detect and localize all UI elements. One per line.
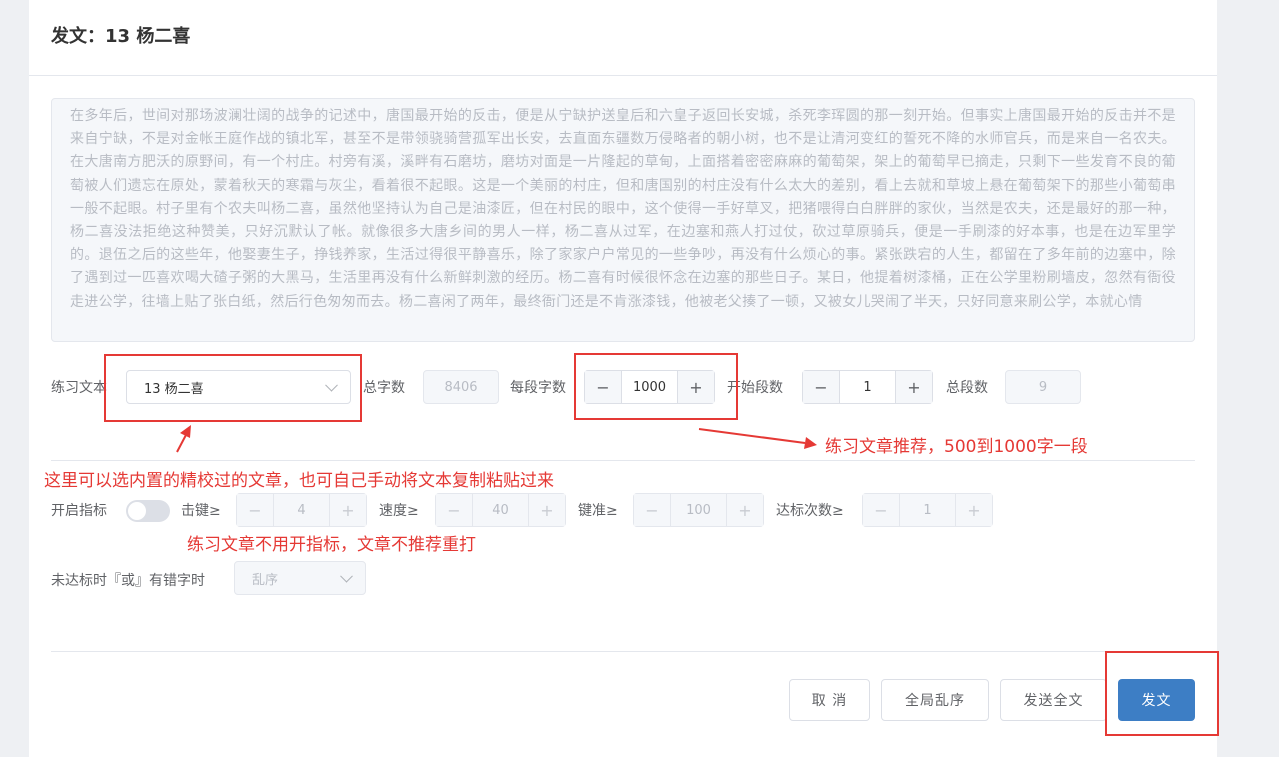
arrow-line-1 [176, 432, 188, 453]
arrow-head-2 [804, 437, 817, 449]
annotation-arrows [176, 425, 817, 453]
annotation-note-segment: 练习文章推荐，500到1000字一段 [825, 437, 1088, 457]
annotation-note-select-text: 这里可以选内置的精校过的文章，也可自己手动将文本复制粘贴过来 [44, 471, 554, 491]
annotation-note-metrics: 练习文章不用开指标，文章不推荐重打 [187, 535, 476, 555]
arrow-line-2 [698, 428, 806, 444]
